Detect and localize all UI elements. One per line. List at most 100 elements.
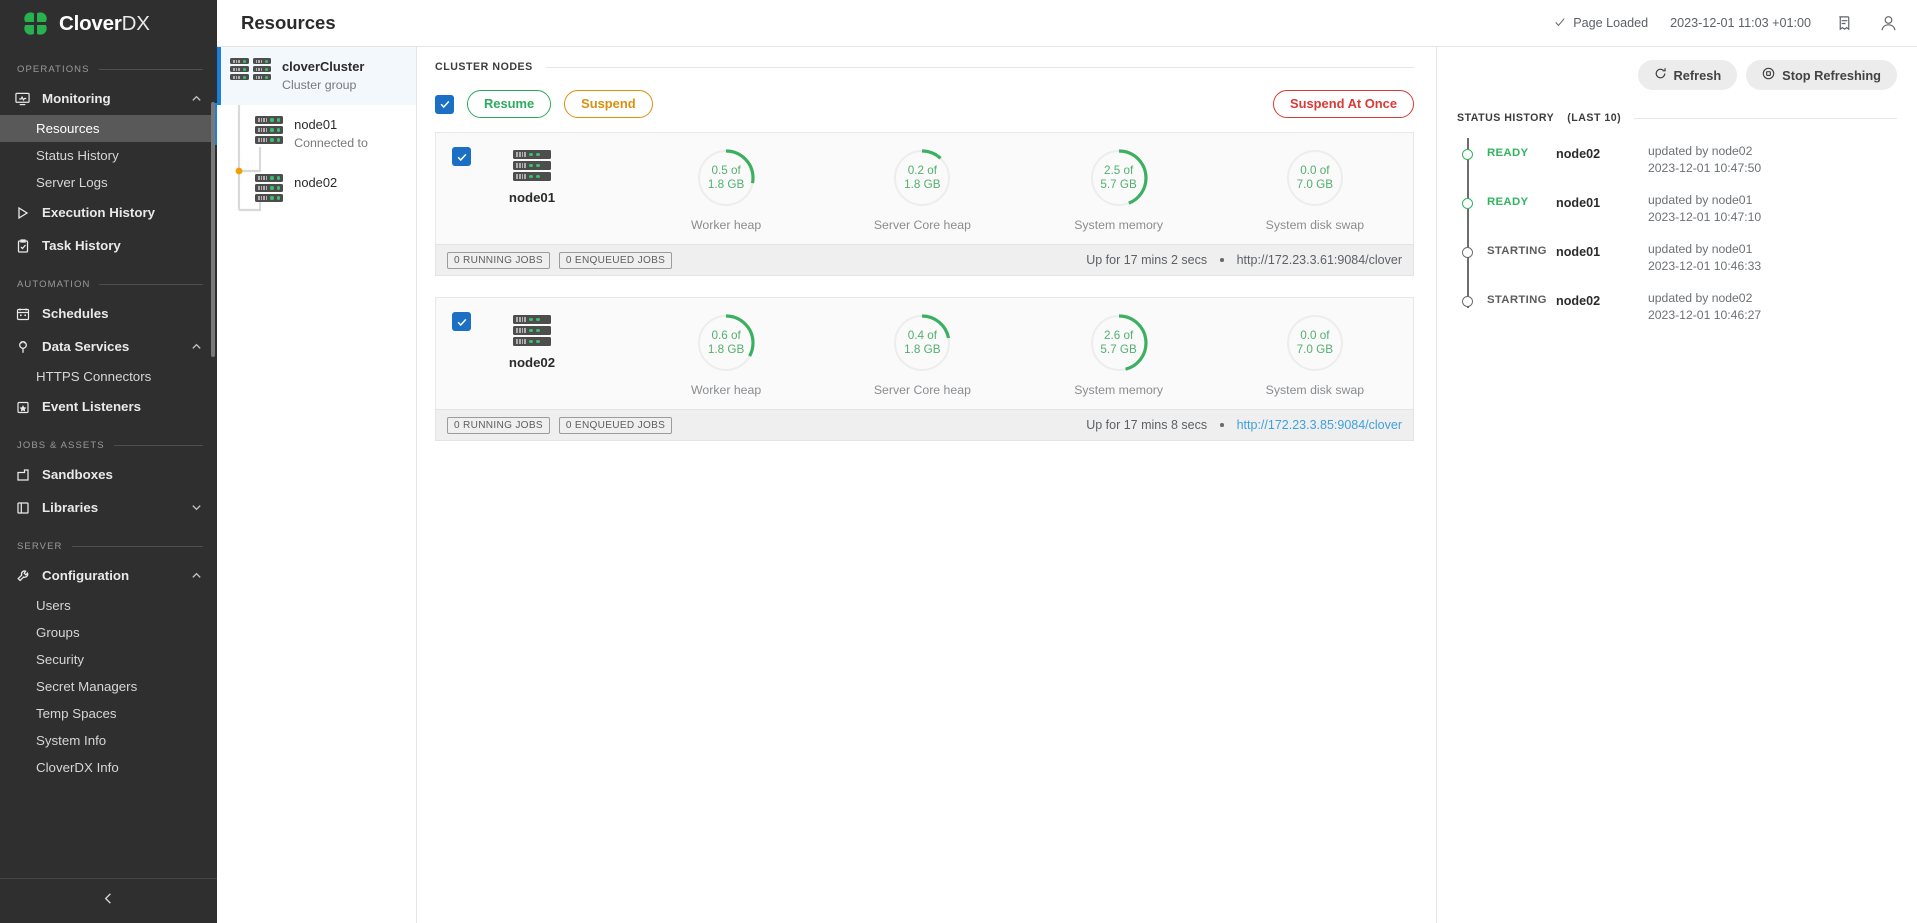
sidebar-item-cloverdx-info[interactable]: CloverDX Info bbox=[0, 754, 217, 781]
refresh-button[interactable]: Refresh bbox=[1638, 60, 1738, 90]
wrench-icon bbox=[14, 567, 31, 584]
tree-item-clovercluster[interactable]: cloverCluster Cluster group bbox=[217, 47, 416, 105]
gauge-cell: 0.0 of7.0 GBSystem disk swap bbox=[1217, 147, 1413, 232]
stop-circle-icon bbox=[1762, 67, 1775, 83]
sidebar-item-status-history[interactable]: Status History bbox=[0, 142, 217, 169]
status-history-header: STATUS HISTORY (LAST 10) bbox=[1457, 112, 1897, 124]
sidebar-item-sandboxes[interactable]: Sandboxes bbox=[0, 458, 217, 491]
history-node: node02 bbox=[1556, 147, 1648, 161]
refresh-label: Refresh bbox=[1674, 68, 1722, 83]
sidebar-item-system-info[interactable]: System Info bbox=[0, 727, 217, 754]
gauge-label: System memory bbox=[1074, 218, 1163, 232]
node-checkbox[interactable] bbox=[452, 147, 471, 166]
gauge-label: Server Core heap bbox=[874, 218, 971, 232]
play-icon bbox=[14, 204, 31, 221]
gauge-value-line1: 0.2 of bbox=[908, 164, 937, 179]
select-all-checkbox[interactable] bbox=[435, 95, 454, 114]
sidebar-item-security[interactable]: Security bbox=[0, 646, 217, 673]
gauge-value: 0.0 of7.0 GB bbox=[1284, 147, 1346, 209]
sidebar-subitem-label: CloverDX Info bbox=[36, 760, 119, 775]
document-icon[interactable] bbox=[1833, 12, 1855, 34]
sidebar-item-label: Libraries bbox=[42, 500, 179, 515]
divider bbox=[72, 546, 204, 547]
history-node: node01 bbox=[1556, 245, 1648, 259]
tree-item-node01[interactable]: node01 Connected to bbox=[217, 105, 416, 163]
library-icon bbox=[14, 499, 31, 516]
sidebar-item-resources[interactable]: Resources bbox=[0, 115, 217, 142]
brand[interactable]: CloverDX bbox=[0, 0, 217, 47]
user-icon[interactable] bbox=[1877, 12, 1899, 34]
section-title: CLUSTER NODES bbox=[435, 61, 533, 73]
node-meta: Up for 17 mins 2 secs http://172.23.3.61:… bbox=[1086, 253, 1402, 267]
sidebar-item-https-connectors[interactable]: HTTPS Connectors bbox=[0, 363, 217, 390]
divider bbox=[546, 67, 1414, 68]
divider bbox=[99, 69, 203, 70]
history-title: STATUS HISTORY bbox=[1457, 112, 1554, 124]
tree-item-title: cloverCluster bbox=[282, 59, 364, 74]
sidebar-item-configuration[interactable]: Configuration bbox=[0, 559, 217, 592]
chevron-up-icon bbox=[190, 569, 203, 582]
tree-item-text: node01 Connected to bbox=[294, 116, 368, 152]
refresh-icon bbox=[1654, 67, 1667, 83]
gauge-worker-heap: 0.5 of1.8 GB bbox=[695, 147, 757, 209]
gauge-value-line2: 7.0 GB bbox=[1297, 343, 1333, 358]
sidebar-item-groups[interactable]: Groups bbox=[0, 619, 217, 646]
chevron-up-icon bbox=[190, 92, 203, 105]
sidebar-item-label: Event Listeners bbox=[42, 399, 203, 414]
gauge-value: 0.0 of7.0 GB bbox=[1284, 312, 1346, 374]
node-url[interactable]: http://172.23.3.61:9084/clover bbox=[1237, 253, 1402, 267]
sidebar-item-monitoring[interactable]: Monitoring bbox=[0, 82, 217, 115]
stop-refreshing-button[interactable]: Stop Refreshing bbox=[1746, 60, 1897, 90]
sidebar-item-data-services[interactable]: Data Services bbox=[0, 330, 217, 363]
tree-item-title: node01 bbox=[294, 117, 337, 132]
sidebar: CloverDX OPERATIONS Monitoring bbox=[0, 0, 217, 923]
separator-dot bbox=[1220, 258, 1224, 262]
tree-item-node02[interactable]: node02 bbox=[217, 163, 416, 213]
sidebar-item-task-history[interactable]: Task History bbox=[0, 229, 217, 262]
history-actions: Refresh Stop Refreshing bbox=[1457, 60, 1897, 90]
gauge-value-line1: 0.6 of bbox=[712, 329, 741, 344]
cluster-nodes-header: CLUSTER NODES bbox=[435, 61, 1414, 73]
gauge-cell: 0.4 of1.8 GBServer Core heap bbox=[824, 312, 1020, 397]
gauge-cell: 0.5 of1.8 GB Worker heap bbox=[628, 147, 824, 232]
clipboard-check-icon bbox=[14, 237, 31, 254]
gauge-value-line2: 5.7 GB bbox=[1100, 178, 1136, 193]
sidebar-item-event-listeners[interactable]: Event Listeners bbox=[0, 390, 217, 423]
sidebar-item-schedules[interactable]: Schedules bbox=[0, 297, 217, 330]
sidebar-subitem-label: Secret Managers bbox=[36, 679, 137, 694]
gauge-value: 0.6 of1.8 GB bbox=[695, 312, 757, 374]
sidebar-item-execution-history[interactable]: Execution History bbox=[0, 196, 217, 229]
sidebar-item-libraries[interactable]: Libraries bbox=[0, 491, 217, 524]
resume-button[interactable]: Resume bbox=[467, 90, 551, 118]
gauge-label: Server Core heap bbox=[874, 383, 971, 397]
node-url-link[interactable]: http://172.23.3.85:9084/clover bbox=[1237, 418, 1402, 432]
sidebar-item-users[interactable]: Users bbox=[0, 592, 217, 619]
check-icon bbox=[1554, 16, 1566, 31]
node-checkbox[interactable] bbox=[452, 312, 471, 331]
suspend-button[interactable]: Suspend bbox=[564, 90, 652, 118]
gauge-label: Worker heap bbox=[691, 218, 761, 232]
section-label: OPERATIONS bbox=[17, 64, 90, 75]
sidebar-subitem-label: Security bbox=[36, 652, 84, 667]
header-timestamp: 2023-12-01 11:03 +01:00 bbox=[1670, 16, 1811, 30]
node-uptime: Up for 17 mins 8 secs bbox=[1086, 418, 1207, 432]
server-icon bbox=[513, 315, 551, 346]
sidebar-collapse-button[interactable] bbox=[0, 878, 217, 923]
server-icon bbox=[513, 150, 551, 181]
sidebar-item-secret-managers[interactable]: Secret Managers bbox=[0, 673, 217, 700]
sidebar-subitem-label: Temp Spaces bbox=[36, 706, 117, 721]
gauge-worker-heap: 0.6 of1.8 GB bbox=[695, 312, 757, 374]
history-entry: READYnode01updated by node012023-12-01 1… bbox=[1457, 187, 1897, 236]
status-history-panel: Refresh Stop Refreshing STATUS HISTORY (… bbox=[1437, 47, 1917, 923]
sidebar-item-label: Execution History bbox=[42, 205, 203, 220]
node-name: node01 bbox=[509, 190, 555, 205]
history-subtitle: (LAST 10) bbox=[1567, 112, 1621, 124]
suspend-at-once-button[interactable]: Suspend At Once bbox=[1273, 90, 1414, 118]
cluster-nodes-panel: CLUSTER NODES Resume Suspend Suspend At … bbox=[417, 47, 1437, 923]
sidebar-item-server-logs[interactable]: Server Logs bbox=[0, 169, 217, 196]
node-gauges: 0.6 of1.8 GBWorker heap0.4 of1.8 GBServe… bbox=[628, 312, 1413, 397]
sidebar-item-temp-spaces[interactable]: Temp Spaces bbox=[0, 700, 217, 727]
node-gauges: 0.5 of1.8 GB Worker heap 0.2 of1.8 GB Serve… bbox=[628, 147, 1413, 232]
gauge-value-line2: 1.8 GB bbox=[904, 178, 940, 193]
node-uptime: Up for 17 mins 2 secs bbox=[1086, 253, 1207, 267]
